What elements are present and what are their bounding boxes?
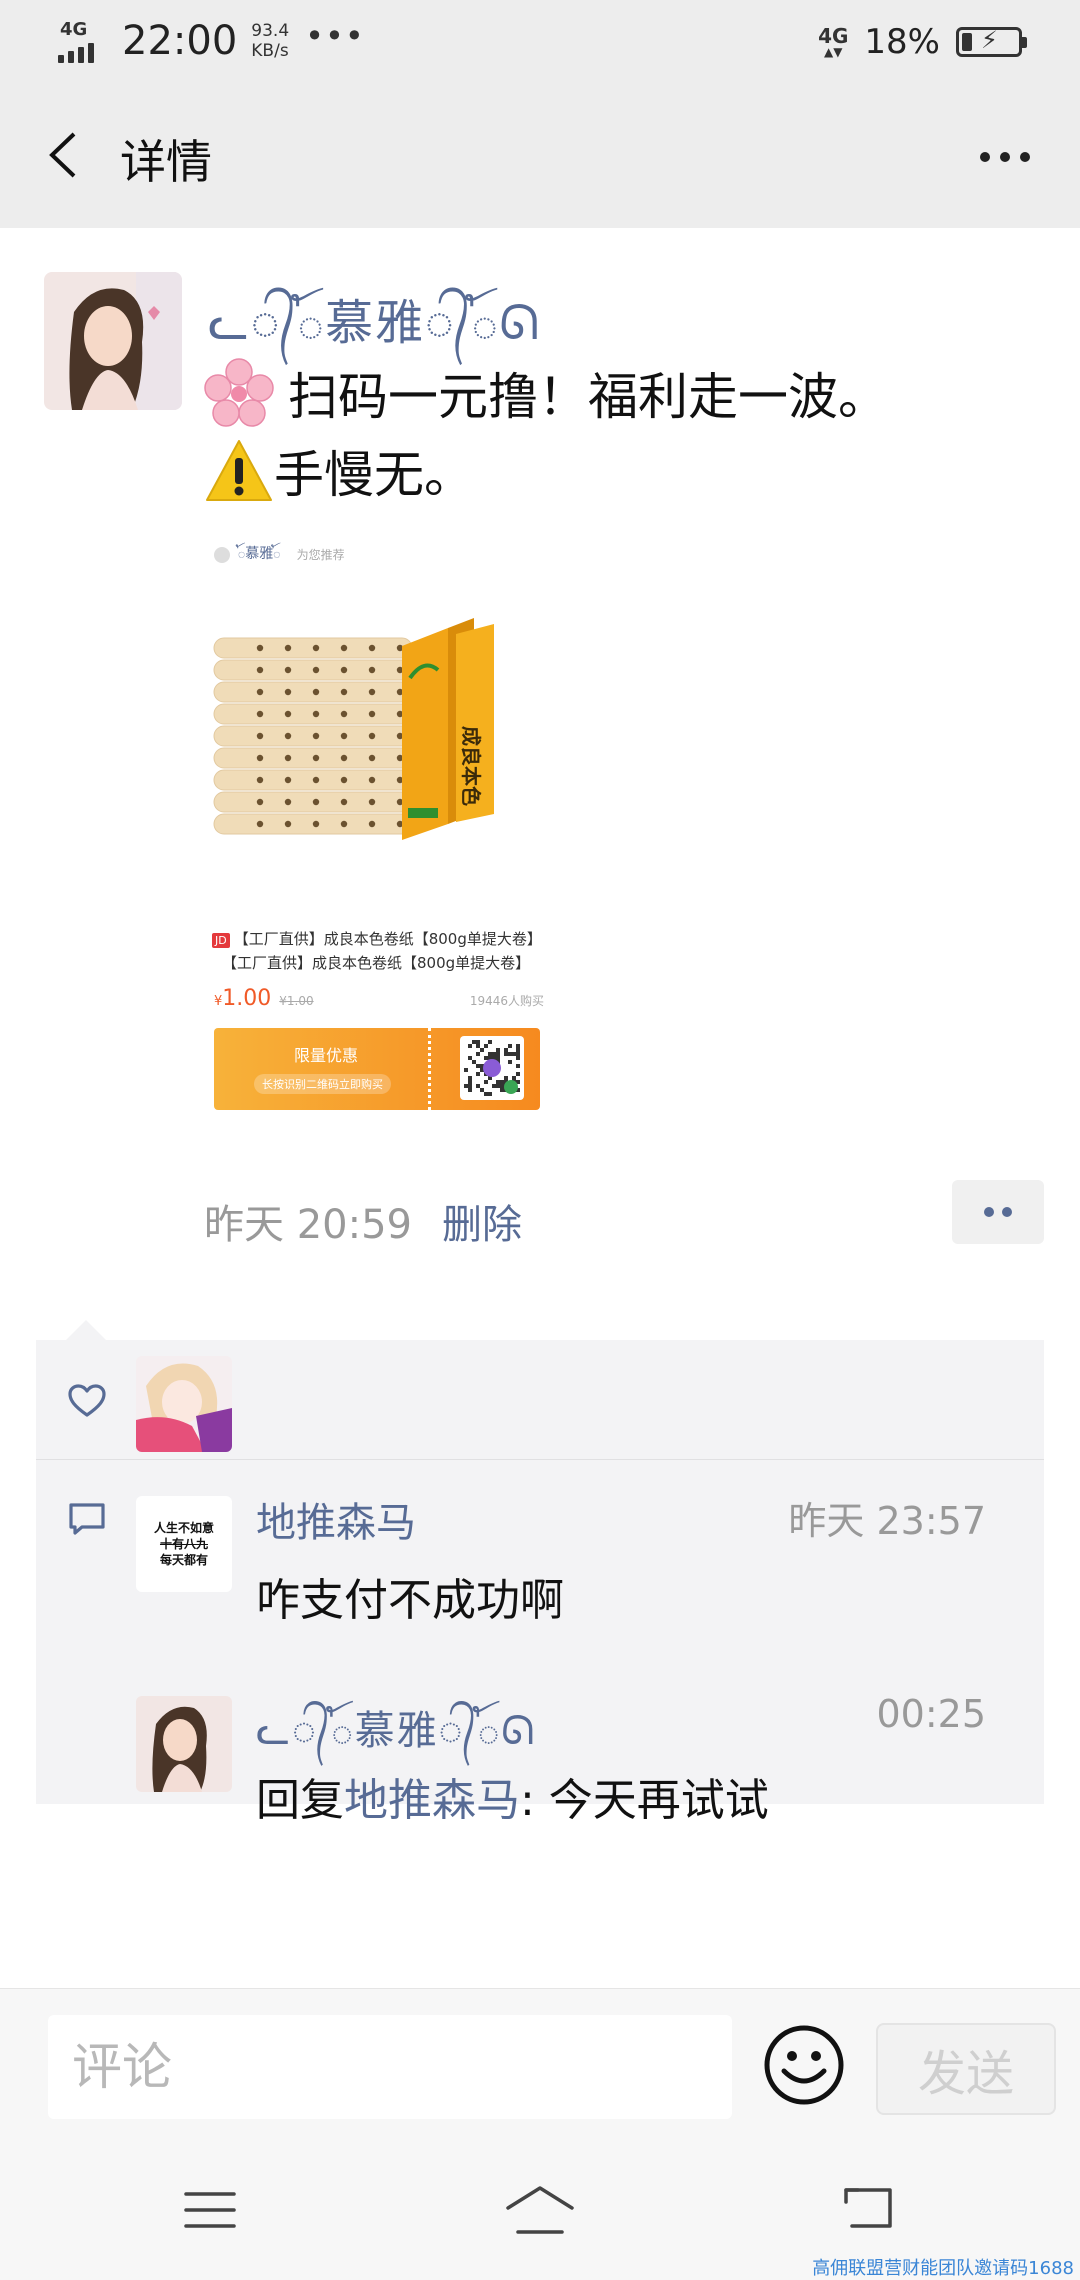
commenter-avatar[interactable]: 人生不如意 十有八九 每天都有 [136, 1496, 232, 1592]
reply-text[interactable]: 回复地推森马: 今天再试试 [256, 1764, 769, 1828]
battery-icon: ⚡ [956, 26, 1027, 57]
system-nav-bar: 高佣联盟营财能团队邀请码1688 [0, 2136, 1080, 2280]
speed-value: 93.4 [251, 21, 290, 41]
comment-input-bar: 发送 [0, 1988, 1080, 2136]
comment-icon [69, 1503, 105, 1535]
product-price: ¥1.00 [214, 986, 271, 1011]
like-comment-toggle-button[interactable] [952, 1180, 1044, 1244]
original-price: ¥1.00 [279, 994, 314, 1008]
jd-badge: JD [212, 933, 230, 948]
reply-prefix: 回复 [256, 1775, 344, 1826]
post-text-line1: 扫码一元撸！福利走一波。 [288, 368, 888, 426]
warning-icon [206, 440, 272, 501]
more-options-icon[interactable] [980, 152, 1030, 162]
product-title-text: 【工厂直供】成良本色卷纸【800g单提大卷】 [233, 930, 542, 948]
mobile-data-icon: 4G ▲▼ [818, 24, 849, 59]
back-arrow-icon[interactable] [44, 130, 84, 180]
comment-text[interactable]: 咋支付不成功啊 [256, 1564, 564, 1628]
qr-code [460, 1036, 524, 1100]
page-title: 详情 [120, 135, 212, 189]
header: 详情 [0, 82, 1080, 228]
likes-row [36, 1340, 1044, 1460]
watermark: 高佣联盟营财能团队邀请码1688 [812, 2258, 1074, 2279]
post-text-line2: 手慢无。 [274, 446, 474, 504]
avatar-text-line2: 十有八九 [159, 1537, 208, 1551]
signal-icon: 4G [58, 19, 106, 63]
coupon-title: 限量优惠 [294, 1046, 359, 1065]
product-share-header: ꪳ慕雅ꪳ 为您推荐 [214, 540, 345, 569]
post-meta: 昨天 20:59 删除 [204, 1192, 522, 1250]
battery-percent: 18% [864, 22, 940, 62]
heart-icon [68, 1384, 106, 1417]
reply-body: : 今天再试试 [520, 1775, 769, 1826]
status-bar: 4G 22:00 93.4 KB/s ••• 4G ▲▼ 18% ⚡ [0, 0, 1080, 82]
recommend-label: 为您推荐 [296, 548, 345, 562]
avatar-text-line1: 人生不如意 [153, 1521, 214, 1535]
post-timestamp: 昨天 20:59 [204, 1202, 412, 1248]
speed-unit: KB/s [251, 41, 289, 61]
emoji-icon[interactable] [762, 2023, 846, 2107]
toilet-paper-photo: 成良本色 [212, 588, 544, 878]
interaction-panel: 人生不如意 十有八九 每天都有 地推森马 昨天 23:57 咋支付不成功啊 ᓚ᭄… [36, 1320, 1044, 1826]
post-text: 扫码一元撸！福利走一波。 手慢无。 [204, 358, 1024, 514]
sharer-name: ꪳ慕雅ꪳ [238, 546, 281, 562]
liker-avatar[interactable] [136, 1356, 232, 1452]
clock: 22:00 [122, 18, 238, 64]
price-row: ¥1.00 ¥1.00 19446人购买 [214, 986, 544, 1011]
delete-link[interactable]: 删除 [442, 1192, 522, 1250]
product-title: JD 【工厂直供】成良本色卷纸【800g单提大卷】 [212, 928, 542, 949]
coupon-banner: 限量优惠 长按识别二维码立即购买 [214, 1028, 540, 1110]
network-speed: 93.4 KB/s [251, 21, 289, 61]
price-value: 1.00 [222, 986, 272, 1011]
reply-author-avatar[interactable] [136, 1696, 232, 1792]
back-icon[interactable] [842, 2186, 896, 2230]
comment-input[interactable] [48, 2015, 732, 2119]
commenter-name[interactable]: 地推森马 [256, 1490, 416, 1548]
reply-target-name[interactable]: 地推森马 [344, 1775, 520, 1826]
buyer-count: 19446人购买 [469, 994, 544, 1008]
author-avatar[interactable] [44, 272, 182, 410]
more-notifications-icon: ••• [305, 17, 365, 55]
moment-post: ᓚ᭄ꪳ慕雅᭄ꪳᘏ 扫码一元撸！福利走一波。 手慢无。 ꪳ慕雅ꪳ 为您推荐 成良本… [0, 228, 1080, 1988]
comment-timestamp: 昨天 23:57 [788, 1499, 986, 1543]
home-icon[interactable] [504, 2184, 576, 2236]
cherry-blossom-icon [204, 358, 274, 427]
product-subtitle: 【工厂直供】成良本色卷纸【800g单提大卷】 [222, 954, 531, 972]
sharer-avatar [214, 546, 230, 563]
menu-icon[interactable] [184, 2190, 236, 2230]
send-button[interactable]: 发送 [876, 2023, 1056, 2115]
svg-text:成良本色: 成良本色 [459, 726, 483, 806]
reply-timestamp: 00:25 [876, 1692, 986, 1736]
network-type-label: 4G [60, 19, 88, 40]
avatar-text-line3: 每天都有 [159, 1553, 208, 1567]
coupon-subtitle: 长按识别二维码立即购买 [254, 1074, 391, 1094]
coupon-divider [428, 1028, 431, 1110]
